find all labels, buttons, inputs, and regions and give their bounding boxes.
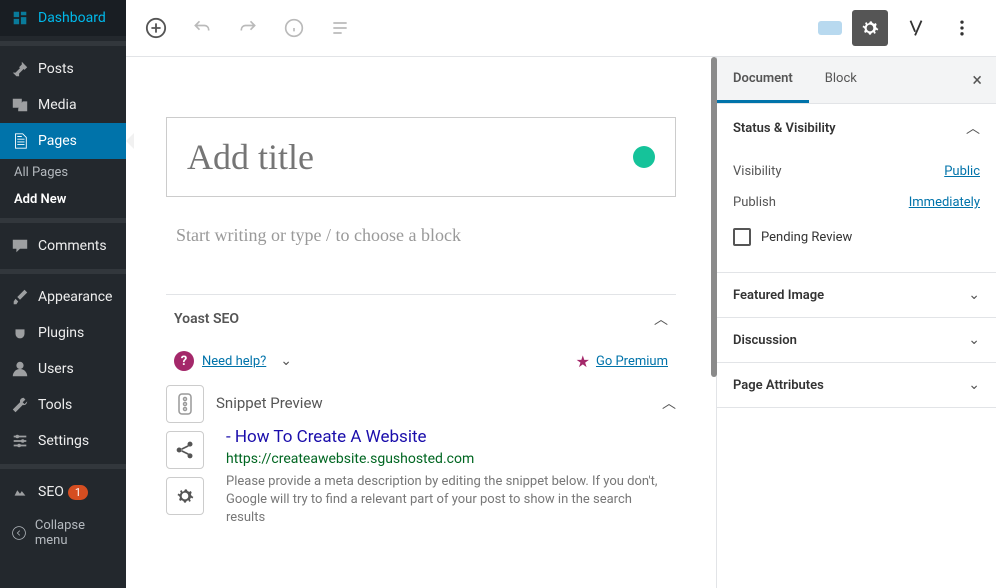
sidebar-item-plugins[interactable]: Plugins <box>0 315 126 351</box>
sidebar-item-appearance[interactable]: Appearance <box>0 279 126 315</box>
redo-button[interactable] <box>234 14 262 42</box>
sidebar-item-media[interactable]: Media <box>0 87 126 123</box>
help-icon: ? <box>174 351 194 371</box>
sidebar-label: Media <box>38 97 77 113</box>
settings-panel: Document Block × Status & Visibility ︿ V… <box>716 57 996 588</box>
sidebar-sub-add-new[interactable]: Add New <box>0 186 126 213</box>
admin-sidebar: Dashboard Posts Media Pages All Pages Ad… <box>0 0 126 588</box>
seo-icon <box>10 482 30 502</box>
visibility-value[interactable]: Public <box>944 164 980 179</box>
pending-review-checkbox[interactable] <box>733 228 751 246</box>
sidebar-item-comments[interactable]: Comments <box>0 228 126 264</box>
snippet-title[interactable]: - How To Create A Website <box>226 427 666 447</box>
panel-tab-document[interactable]: Document <box>717 57 809 103</box>
chevron-up-icon: ︿ <box>966 118 980 138</box>
plug-icon <box>10 323 30 343</box>
visibility-label: Visibility <box>733 164 782 179</box>
undo-button[interactable] <box>188 14 216 42</box>
snippet-url[interactable]: https://createawebsite.sgushosted.com <box>226 451 666 467</box>
sidebar-label: Dashboard <box>38 10 106 26</box>
badge: 1 <box>68 485 88 500</box>
sidebar-sub-all-pages[interactable]: All Pages <box>0 159 126 186</box>
media-icon <box>10 95 30 115</box>
go-premium-link[interactable]: Go Premium <box>596 354 668 369</box>
grammarly-icon[interactable] <box>633 146 655 168</box>
sidebar-label: Users <box>38 361 74 377</box>
content-prompt[interactable]: Start writing or type / to choose a bloc… <box>166 207 676 264</box>
sidebar-label: Posts <box>38 61 74 77</box>
dashboard-icon <box>10 8 30 28</box>
brush-icon <box>10 287 30 307</box>
chevron-up-icon: ︿ <box>654 309 668 329</box>
title-box <box>166 117 676 197</box>
sidebar-label: Appearance <box>38 289 112 305</box>
publish-value[interactable]: Immediately <box>909 195 980 210</box>
sidebar-item-posts[interactable]: Posts <box>0 51 126 87</box>
pin-icon <box>10 59 30 79</box>
comment-icon <box>10 236 30 256</box>
add-block-button[interactable] <box>142 14 170 42</box>
need-help-link[interactable]: Need help? <box>202 354 266 369</box>
outline-button[interactable] <box>326 14 354 42</box>
sidebar-label: Plugins <box>38 325 84 341</box>
yoast-panel: Yoast SEO ︿ ? Need help? ⌄ ★ Go Premium <box>166 294 676 528</box>
panel-close-button[interactable]: × <box>958 60 996 101</box>
more-options-button[interactable] <box>944 10 980 46</box>
sidebar-item-pages[interactable]: Pages <box>0 123 126 159</box>
chevron-down-icon: ⌄ <box>968 377 980 393</box>
sidebar-item-dashboard[interactable]: Dashboard <box>0 0 126 36</box>
yoast-toggle-button[interactable] <box>898 10 934 46</box>
panel-section-featured-image: Featured Image ⌄ <box>717 273 996 318</box>
snippet-preview: - How To Create A Website https://create… <box>216 427 676 528</box>
sidebar-label: Pages <box>38 133 77 149</box>
panel-tab-block[interactable]: Block <box>809 57 873 103</box>
sidebar-item-tools[interactable]: Tools <box>0 387 126 423</box>
panel-section-discussion: Discussion ⌄ <box>717 318 996 363</box>
user-icon <box>10 359 30 379</box>
settings-button[interactable] <box>852 10 888 46</box>
main-editor: Start writing or type / to choose a bloc… <box>126 0 996 588</box>
sidebar-item-settings[interactable]: Settings <box>0 423 126 459</box>
panel-section-page-attributes: Page Attributes ⌄ <box>717 363 996 408</box>
editor-topbar <box>126 0 996 57</box>
wrench-icon <box>10 395 30 415</box>
panel-section-status: Status & Visibility ︿ Visibility Public … <box>717 104 996 273</box>
chevron-down-icon: ⌄ <box>968 332 980 348</box>
snippet-description: Please provide a meta description by edi… <box>226 473 666 528</box>
pending-review-label: Pending Review <box>761 230 852 245</box>
snippet-tab-share[interactable] <box>166 431 204 469</box>
sidebar-label: Comments <box>38 238 107 254</box>
sidebar-item-users[interactable]: Users <box>0 351 126 387</box>
star-icon: ★ <box>576 352 590 371</box>
panel-section-head[interactable]: Page Attributes ⌄ <box>717 363 996 407</box>
snippet-tab-traffic[interactable] <box>166 385 204 423</box>
title-input[interactable] <box>187 136 633 178</box>
panel-section-head[interactable]: Featured Image ⌄ <box>717 273 996 317</box>
snippet-preview-header[interactable]: Snippet Preview ︿ <box>216 385 676 427</box>
info-button[interactable] <box>280 14 308 42</box>
chevron-down-icon: ⌄ <box>968 287 980 303</box>
chevron-up-icon: ︿ <box>662 393 676 413</box>
publish-label: Publish <box>733 195 776 210</box>
chevron-down-icon[interactable]: ⌄ <box>280 353 292 369</box>
sidebar-label: Settings <box>38 433 89 449</box>
sliders-icon <box>10 431 30 451</box>
pages-icon <box>10 131 30 151</box>
snippet-tab-advanced[interactable] <box>166 477 204 515</box>
collapse-menu[interactable]: Collapse menu <box>0 510 126 556</box>
editor-canvas: Start writing or type / to choose a bloc… <box>126 57 716 588</box>
publish-button[interactable] <box>818 21 842 35</box>
sidebar-item-seo[interactable]: SEO 1 <box>0 474 126 510</box>
collapse-icon <box>10 523 29 543</box>
save-draft-button[interactable] <box>788 22 808 34</box>
panel-section-head[interactable]: Discussion ⌄ <box>717 318 996 362</box>
sidebar-label: Tools <box>38 397 72 413</box>
sidebar-label: SEO <box>38 484 64 500</box>
yoast-header[interactable]: Yoast SEO ︿ <box>166 295 676 343</box>
panel-section-head[interactable]: Status & Visibility ︿ <box>717 104 996 152</box>
